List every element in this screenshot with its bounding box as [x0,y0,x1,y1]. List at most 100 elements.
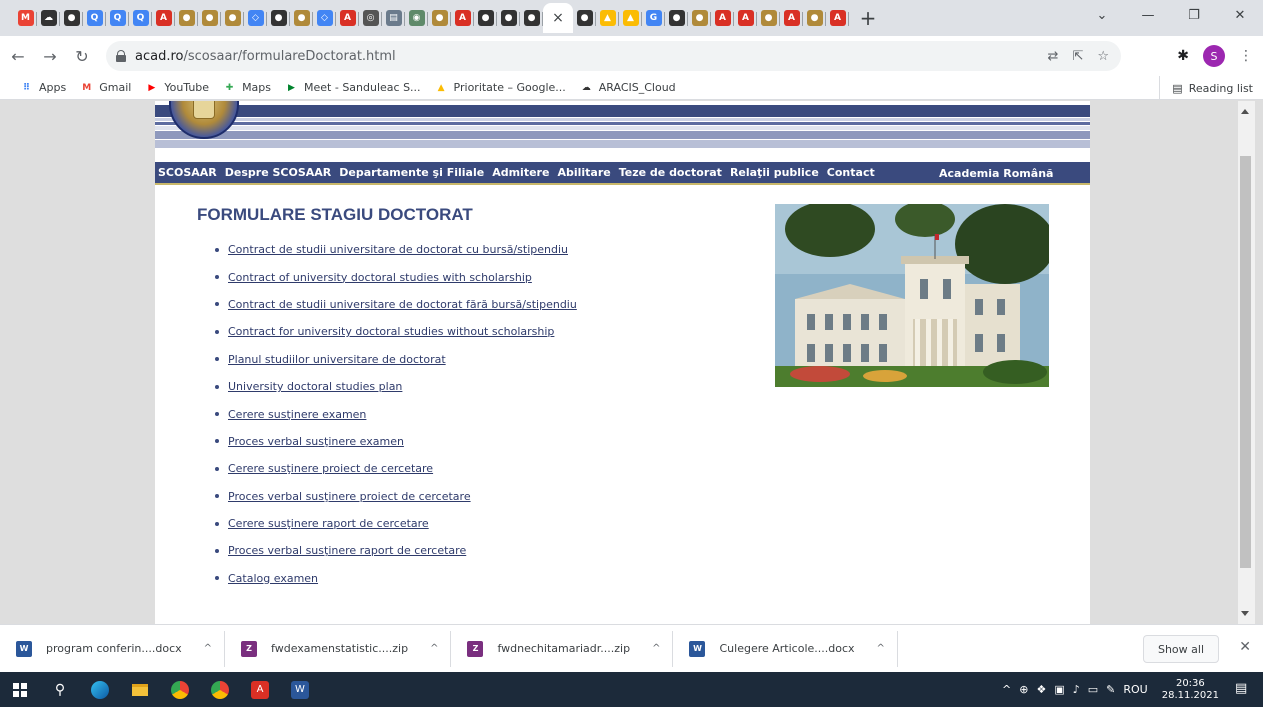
document-link[interactable]: Cerere susţinere examen [228,408,366,421]
chevron-up-icon[interactable]: ^ [652,643,660,654]
browser-tab[interactable]: ● [175,6,198,30]
nav-item[interactable]: Admitere [492,166,549,179]
browser-tab[interactable]: A [711,6,734,30]
chrome-profile-icon[interactable] [200,672,240,707]
show-all-button[interactable]: Show all [1142,635,1219,663]
nav-item[interactable]: Despre SCOSAAR [225,166,332,179]
new-tab-button[interactable]: + [855,6,881,30]
download-item[interactable]: Zfwdnechitamariadr....zip ^ [451,630,674,667]
document-link[interactable]: Proces verbal susţinere proiect de cerce… [228,490,471,503]
nav-item[interactable]: Departamente şi Filiale [339,166,484,179]
volume-icon[interactable]: ♪ [1073,683,1080,696]
browser-tab[interactable]: Q [106,6,129,30]
browser-tab[interactable]: ● [665,6,688,30]
clock[interactable]: 20:36 28.11.2021 [1162,678,1219,702]
browser-tab[interactable]: ◎ [359,6,382,30]
reload-button[interactable]: ↻ [68,42,96,70]
bookmark-item[interactable]: ▶ YouTube [145,81,209,94]
browser-tab[interactable]: ● [688,6,711,30]
bookmark-item[interactable]: ⠿ Apps [20,81,66,94]
browser-tab[interactable]: ◉ [405,6,428,30]
browser-tab[interactable]: ● [497,6,520,30]
chevron-up-icon[interactable]: ^ [430,643,438,654]
browser-tab[interactable]: A [826,6,849,30]
browser-tab[interactable]: ◇ [244,6,267,30]
scroll-down-arrow-icon[interactable] [1241,611,1249,616]
browser-tab[interactable]: ● [573,6,596,30]
document-link[interactable]: Cerere susţinere raport de cercetare [228,517,429,530]
nav-item[interactable]: Abilitare [557,166,610,179]
search-icon[interactable]: ⚲ [40,672,80,707]
battery-icon[interactable]: ▭ [1088,683,1098,696]
document-link[interactable]: Contract de studii universitare de docto… [228,243,568,256]
nav-item[interactable]: Teze de doctorat [619,166,722,179]
network-icon[interactable]: ⊕ [1019,683,1028,696]
browser-tab[interactable]: ● [290,6,313,30]
share-icon[interactable]: ⇱ [1072,49,1083,64]
browser-tab[interactable]: ◇ [313,6,336,30]
acrobat-icon[interactable]: A [240,672,280,707]
back-button[interactable]: ← [4,42,32,70]
pen-icon[interactable]: ✎ [1106,683,1115,696]
extensions-icon[interactable]: ✱ [1177,48,1189,64]
browser-tab[interactable]: A [451,6,474,30]
vertical-scrollbar[interactable] [1238,101,1255,624]
menu-icon[interactable]: ⋮ [1239,48,1253,64]
chevron-up-icon[interactable]: ^ [204,643,212,654]
nav-item[interactable]: Contact [827,166,875,179]
bookmark-item[interactable]: ✚ Maps [223,81,271,94]
scroll-thumb[interactable] [1240,156,1251,568]
browser-tab[interactable]: M [14,6,37,30]
browser-tab[interactable]: A [734,6,757,30]
chevron-up-icon[interactable]: ^ [877,643,885,654]
close-icon[interactable]: ✕ [1239,639,1251,655]
language-indicator[interactable]: ROU [1123,683,1147,696]
browser-tab[interactable]: G [642,6,665,30]
browser-tab[interactable]: A [336,6,359,30]
avatar[interactable]: S [1203,45,1225,67]
browser-tab[interactable]: ☁ [37,6,60,30]
active-tab[interactable]: × [543,3,573,33]
document-link[interactable]: Planul studiilor universitare de doctora… [228,353,446,366]
close-icon[interactable]: × [552,10,564,26]
edge-icon[interactable] [80,672,120,707]
chrome-icon[interactable] [160,672,200,707]
minimize-button[interactable]: — [1125,0,1171,30]
browser-tab[interactable]: ● [428,6,451,30]
forward-button[interactable]: → [36,42,64,70]
browser-tab[interactable]: ● [757,6,780,30]
document-link[interactable]: Proces verbal susţinere raport de cercet… [228,544,466,557]
nav-academia-romana[interactable]: Academia Română [939,167,1053,180]
document-link[interactable]: Proces verbal susţinere examen [228,435,404,448]
browser-tab[interactable]: ● [520,6,543,30]
browser-tab[interactable]: ▤ [382,6,405,30]
file-explorer-icon[interactable] [120,672,160,707]
display-icon[interactable]: ▣ [1054,683,1064,696]
download-item[interactable]: Wprogram conferin....docx ^ [0,630,226,667]
tab-search-icon[interactable]: ⌄ [1079,0,1125,30]
browser-tab[interactable]: A [152,6,175,30]
nav-item[interactable]: Relaţii publice [730,166,819,179]
dropbox-icon[interactable]: ❖ [1036,683,1046,696]
bookmark-item[interactable]: ▲ Prioritate – Google... [435,81,566,94]
translate-icon[interactable]: ⇄ [1048,49,1059,64]
notification-icon[interactable]: ▤ [1235,681,1251,697]
browser-tab[interactable]: ● [474,6,497,30]
browser-tab[interactable]: Q [129,6,152,30]
browser-tab[interactable]: Q [83,6,106,30]
address-bar[interactable]: acad.ro/scosaar/formulareDoctorat.html ⇄… [106,41,1121,71]
document-link[interactable]: Contract for university doctoral studies… [228,325,554,338]
bookmark-item[interactable]: ▶ Meet - Sanduleac S... [285,81,421,94]
lock-icon[interactable] [116,50,126,62]
bookmark-star-icon[interactable]: ☆ [1097,49,1109,64]
nav-item[interactable]: SCOSAAR [158,166,217,179]
reading-list-button[interactable]: ▤ Reading list [1159,76,1253,100]
browser-tab[interactable]: A [780,6,803,30]
scroll-up-arrow-icon[interactable] [1241,109,1249,114]
document-link[interactable]: Contract of university doctoral studies … [228,271,532,284]
download-item[interactable]: W Culegere Articole....docx ^ [673,630,898,667]
bookmark-item[interactable]: M Gmail [80,81,131,94]
chevron-up-icon[interactable]: ^ [1002,683,1011,696]
word-icon[interactable]: W [280,672,320,707]
close-window-button[interactable]: ✕ [1217,0,1263,30]
